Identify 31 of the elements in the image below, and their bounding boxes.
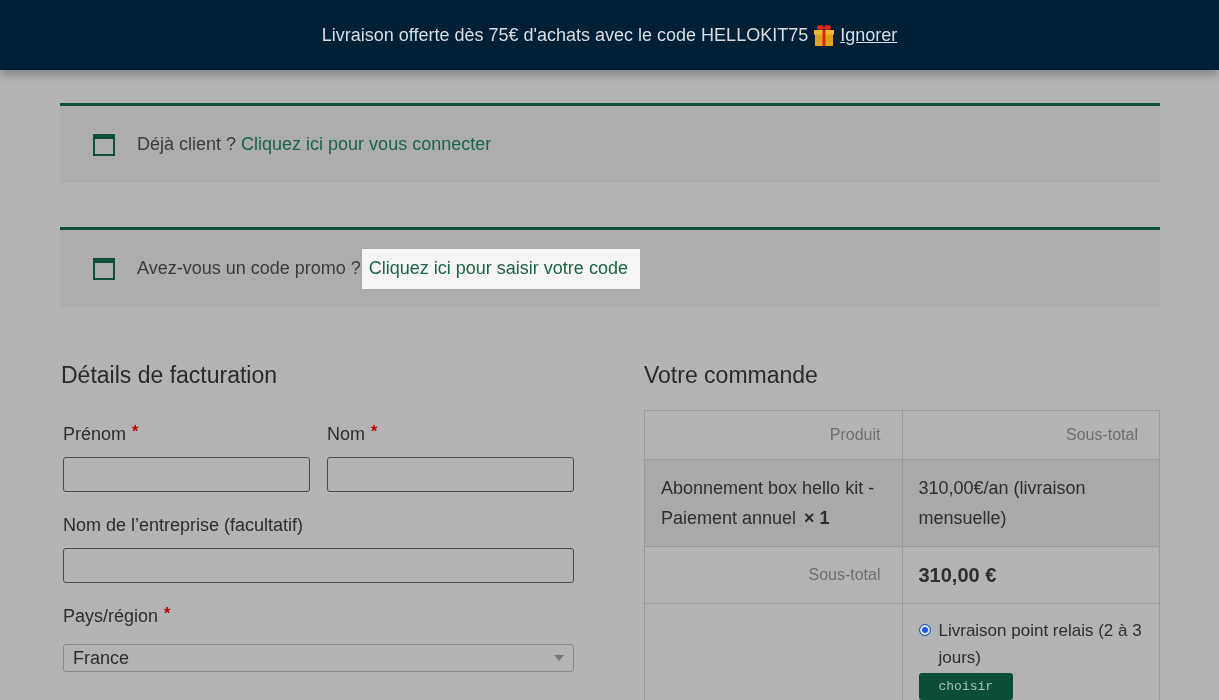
field-label: Prénom xyxy=(63,423,127,446)
section-title: Détails de facturation xyxy=(61,361,279,390)
subtotal-value: 310,00 € xyxy=(918,563,997,586)
text-field[interactable] xyxy=(63,548,574,583)
required-asterisk: * xyxy=(371,422,378,442)
text-field[interactable] xyxy=(327,457,574,492)
required-asterisk: * xyxy=(164,604,171,624)
window-icon xyxy=(93,257,115,280)
section-title: Votre commande xyxy=(644,361,819,390)
window-icon xyxy=(93,133,115,156)
radio-button[interactable] xyxy=(918,624,931,636)
required-asterisk: * xyxy=(132,422,139,442)
product-name: Abonnement box hello kit - Paiement annuel × 1 xyxy=(661,478,875,528)
country-select[interactable]: France xyxy=(63,644,574,672)
field-label: Pays/région xyxy=(63,605,159,628)
gift-icon xyxy=(813,24,836,46)
subtotal-label: Sous-total xyxy=(807,566,882,584)
choose-button[interactable]: choisir xyxy=(918,673,1014,700)
notice-link[interactable]: Cliquez ici pour saisir votre code xyxy=(361,248,640,289)
shipping-option-label: Livraison point relais (2 à 3 jours) xyxy=(938,620,1143,669)
dismiss-link[interactable]: Ignorer xyxy=(840,24,898,46)
banner-text: Livraison offerte dès 75€ d'achats avec le code HELLOKIT75 xyxy=(321,24,809,46)
field-label: Nom de l’entreprise (facultatif) xyxy=(63,514,304,537)
column-header: Produit xyxy=(644,410,902,460)
item-price: 310,00€/an (livraison mensuelle) xyxy=(918,478,1086,528)
column-header: Sous-total xyxy=(902,410,1160,460)
caret-icon xyxy=(554,655,564,661)
text-field[interactable] xyxy=(63,457,310,492)
notice-text: Avez-vous un code promo ? xyxy=(137,258,361,279)
field-label: Nom xyxy=(327,423,365,446)
notice-text: Déjà client ? xyxy=(137,134,237,155)
